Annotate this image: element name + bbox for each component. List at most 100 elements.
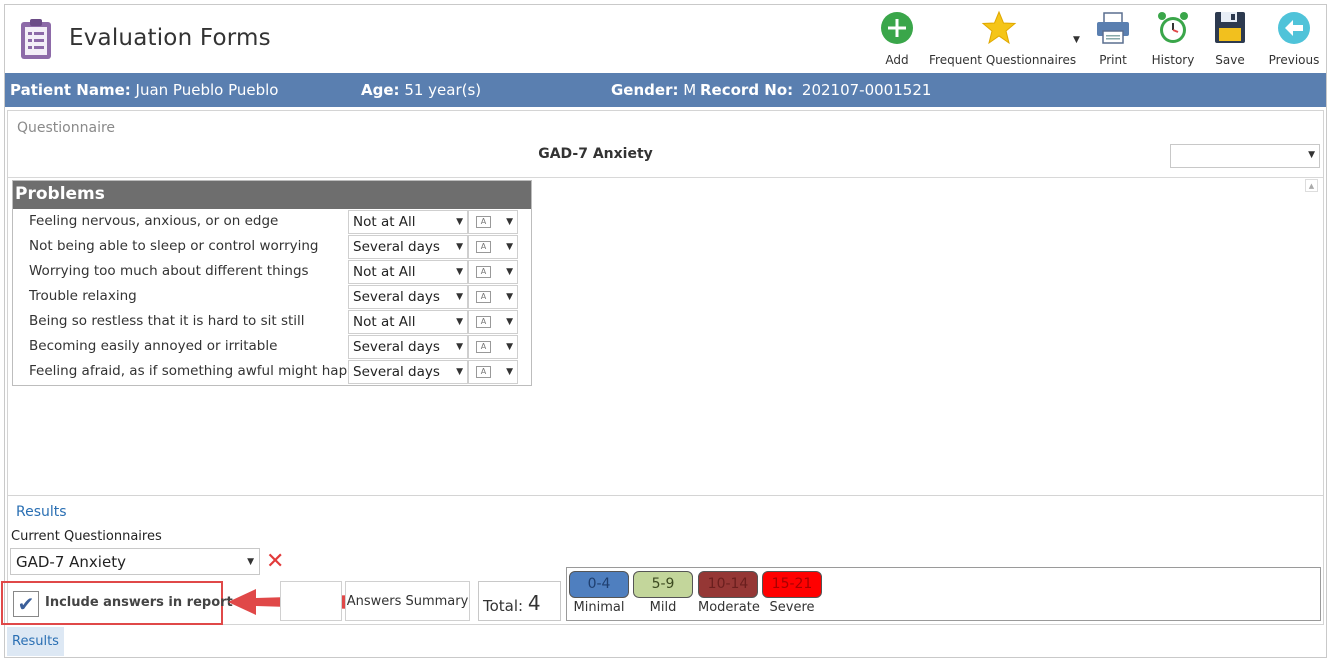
chevron-down-icon: ▼ bbox=[456, 317, 463, 327]
score-range-badge: 10-14 bbox=[698, 571, 758, 598]
print-button[interactable]: Print bbox=[1091, 5, 1135, 72]
add-button[interactable]: Add bbox=[871, 5, 923, 72]
score-range-caption: Moderate bbox=[698, 600, 760, 615]
patient-age: Age: 51 year(s) bbox=[361, 81, 481, 99]
problem-text: Trouble relaxing bbox=[29, 288, 137, 304]
history-label: History bbox=[1151, 53, 1195, 67]
total-label: Total: bbox=[483, 597, 524, 615]
table-row: Feeling nervous, anxious, or on edge Not … bbox=[13, 209, 531, 234]
patient-name: Patient Name: Juan Pueblo Pueblo bbox=[10, 81, 278, 99]
note-select[interactable]: A ▼ bbox=[468, 210, 518, 234]
problem-text: Feeling afraid, as if something awful mi… bbox=[29, 363, 373, 379]
current-questionnaires-select[interactable]: GAD-7 Anxiety ▼ bbox=[10, 548, 260, 575]
frequent-questionnaires-button[interactable]: Frequent Questionnaires bbox=[929, 5, 1077, 72]
history-button[interactable]: History bbox=[1145, 5, 1201, 72]
questionnaire-title: GAD-7 Anxiety bbox=[538, 146, 653, 162]
note-select[interactable]: A ▼ bbox=[468, 360, 518, 384]
problem-text: Worrying too much about different things bbox=[29, 263, 309, 279]
score-range-item: 5-9 Mild bbox=[633, 571, 693, 615]
answer-select[interactable]: Several days ▼ bbox=[348, 360, 468, 384]
chevron-down-icon: ▼ bbox=[506, 342, 513, 352]
answer-value: Not at All bbox=[353, 264, 416, 280]
score-range-caption: Severe bbox=[769, 600, 815, 615]
score-legend: 0-4 Minimal 5-9 Mild 10-14 Moderate 15-21 Sever… bbox=[566, 567, 1321, 621]
chevron-down-icon: ▼ bbox=[456, 267, 463, 277]
divider bbox=[8, 177, 1323, 178]
problem-text: Being so restless that it is hard to sit… bbox=[29, 313, 305, 329]
answer-value: Several days bbox=[353, 289, 440, 305]
save-label: Save bbox=[1215, 53, 1245, 67]
answer-select[interactable]: Not at All ▼ bbox=[348, 310, 468, 334]
score-range-badge: 0-4 bbox=[569, 571, 629, 598]
save-button[interactable]: Save bbox=[1205, 5, 1255, 72]
patient-info-bar: Patient Name: Juan Pueblo Pueblo Age: 51… bbox=[5, 73, 1326, 107]
include-answers-checkbox[interactable]: ✔ bbox=[13, 591, 39, 617]
frequent-questionnaires-label: Frequent Questionnaires bbox=[929, 53, 1077, 67]
remove-questionnaire-icon[interactable]: ✕ bbox=[266, 548, 284, 575]
answer-select[interactable]: Several days ▼ bbox=[348, 335, 468, 359]
patient-gender-label: Gender: bbox=[611, 81, 679, 99]
chevron-down-icon: ▼ bbox=[456, 342, 463, 352]
answer-select[interactable]: Several days ▼ bbox=[348, 285, 468, 309]
table-row: Not being able to sleep or control worry… bbox=[13, 234, 531, 259]
score-range-badge: 5-9 bbox=[633, 571, 693, 598]
alarm-clock-icon bbox=[1158, 12, 1188, 43]
answer-select[interactable]: Not at All ▼ bbox=[348, 210, 468, 234]
answer-value: Not at All bbox=[353, 214, 416, 230]
answer-select[interactable]: Not at All ▼ bbox=[348, 260, 468, 284]
note-select[interactable]: A ▼ bbox=[468, 260, 518, 284]
score-range-caption: Minimal bbox=[573, 600, 625, 615]
chevron-down-icon: ▼ bbox=[506, 367, 513, 377]
previous-button[interactable]: Previous bbox=[1263, 5, 1325, 72]
include-answers-highlight: ✔ Include answers in report bbox=[1, 581, 233, 625]
note-icon: A bbox=[476, 366, 491, 378]
problem-text: Not being able to sleep or control worry… bbox=[29, 238, 319, 254]
scroll-up-icon[interactable]: ▲ bbox=[1305, 179, 1318, 192]
chevron-down-icon: ▼ bbox=[456, 292, 463, 302]
note-icon: A bbox=[476, 316, 491, 328]
current-questionnaires-value: GAD-7 Anxiety bbox=[16, 553, 126, 571]
table-row: Worrying too much about different things… bbox=[13, 259, 531, 284]
problems-heading: Problems bbox=[13, 181, 531, 209]
add-label: Add bbox=[885, 53, 909, 67]
patient-record-label: Record No: bbox=[700, 81, 794, 99]
frequent-dropdown-caret-icon[interactable]: ▼ bbox=[1073, 35, 1080, 45]
tab-results[interactable]: Results bbox=[7, 627, 64, 656]
results-hidden-button[interactable] bbox=[280, 581, 342, 621]
table-row: Feeling afraid, as if something awful mi… bbox=[13, 359, 531, 384]
floppy-disk-icon bbox=[1215, 12, 1245, 43]
clipboard-icon bbox=[21, 19, 51, 59]
answers-summary-button[interactable]: Answers Summary bbox=[345, 581, 470, 621]
note-select[interactable]: A ▼ bbox=[468, 335, 518, 359]
answer-select[interactable]: Several days ▼ bbox=[348, 235, 468, 259]
score-range-item: 15-21 Severe bbox=[762, 571, 822, 615]
note-select[interactable]: A ▼ bbox=[468, 285, 518, 309]
patient-gender: Gender: M bbox=[611, 81, 696, 99]
printer-icon bbox=[1097, 12, 1129, 44]
note-icon: A bbox=[476, 291, 491, 303]
add-icon bbox=[881, 12, 913, 44]
chevron-down-icon: ▼ bbox=[1308, 150, 1315, 160]
note-select[interactable]: A ▼ bbox=[468, 310, 518, 334]
note-select[interactable]: A ▼ bbox=[468, 235, 518, 259]
include-answers-label: Include answers in report bbox=[45, 595, 233, 610]
star-icon bbox=[981, 10, 1017, 45]
patient-age-label: Age: bbox=[361, 81, 400, 99]
patient-record: Record No: 202107-0001521 bbox=[700, 81, 931, 99]
problem-text: Feeling nervous, anxious, or on edge bbox=[29, 213, 279, 229]
note-icon: A bbox=[476, 216, 491, 228]
questionnaire-select[interactable]: ▼ bbox=[1170, 144, 1320, 168]
score-range-item: 10-14 Moderate bbox=[698, 571, 760, 615]
page-title: Evaluation Forms bbox=[69, 25, 271, 51]
answer-value: Not at All bbox=[353, 314, 416, 330]
answer-value: Several days bbox=[353, 364, 440, 380]
note-icon: A bbox=[476, 266, 491, 278]
table-row: Becoming easily annoyed or irritable Seve… bbox=[13, 334, 531, 359]
patient-name-label: Patient Name: bbox=[10, 81, 131, 99]
table-row: Trouble relaxing Several days ▼ A ▼ bbox=[13, 284, 531, 309]
back-arrow-icon bbox=[1278, 12, 1310, 44]
note-icon: A bbox=[476, 241, 491, 253]
score-range-caption: Mild bbox=[649, 600, 677, 615]
previous-label: Previous bbox=[1268, 53, 1320, 67]
score-range-badge: 15-21 bbox=[762, 571, 822, 598]
